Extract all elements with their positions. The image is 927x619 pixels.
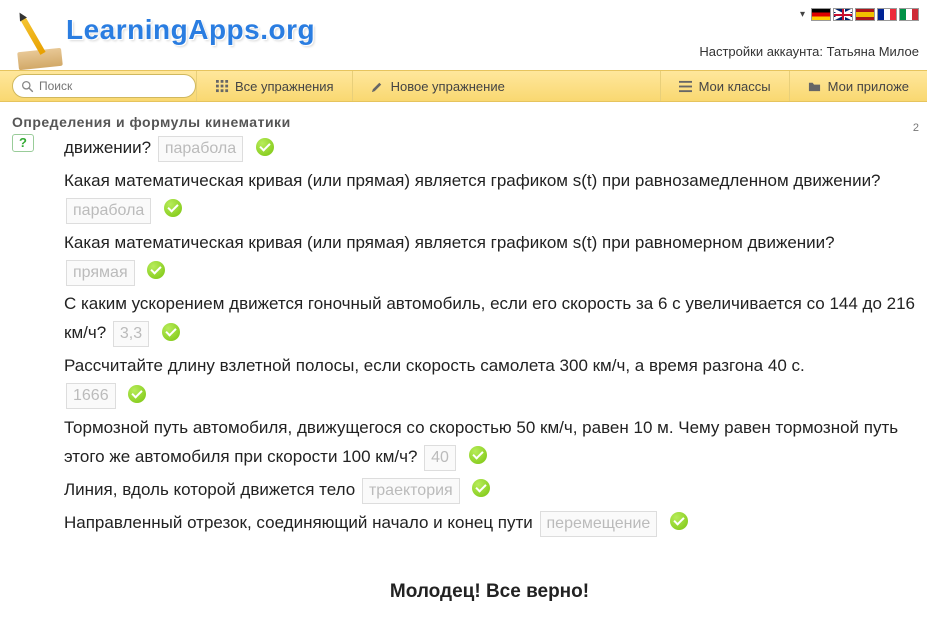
answer-input[interactable]: перемещение	[540, 511, 658, 537]
question-text: Направленный отрезок, соединяющий начало…	[64, 513, 533, 532]
question-row: Рассчитайте длину взлетной полосы, если …	[64, 352, 915, 410]
answer-input[interactable]: прямая	[66, 260, 135, 286]
question-text: Линия, вдоль которой движется тело	[64, 480, 355, 499]
pencil-icon	[371, 79, 385, 93]
answer-input[interactable]: 1666	[66, 383, 116, 409]
question-text: Рассчитайте длину взлетной полосы, если …	[64, 356, 805, 375]
flag-it-icon[interactable]	[899, 8, 919, 21]
flag-en-icon[interactable]	[833, 8, 853, 21]
checkmark-icon	[469, 446, 487, 464]
language-switcher: ▾	[800, 8, 919, 21]
checkmark-icon	[128, 385, 146, 403]
search-icon	[21, 80, 34, 93]
question-icon: ?	[19, 132, 27, 154]
hint-button[interactable]: ?	[12, 134, 34, 152]
question-row: Линия, вдоль которой движется тело траек…	[64, 476, 915, 505]
list-icon	[679, 79, 693, 93]
answer-input[interactable]: 40	[424, 445, 456, 471]
logo-text: LearningApps.org	[66, 14, 315, 46]
question-row: Какая математическая кривая (или прямая)…	[64, 229, 915, 287]
answer-input[interactable]: траектория	[362, 478, 460, 504]
language-dropdown-icon[interactable]: ▾	[800, 9, 805, 20]
header: LearningApps.org ▾ Настройки аккаунта: Т…	[0, 0, 927, 70]
folder-icon	[808, 79, 822, 93]
nav-all-exercises[interactable]: Все упражнения	[196, 71, 352, 101]
nav-label: Мои классы	[699, 79, 771, 94]
checkmark-icon	[164, 199, 182, 217]
page-title: Определения и формулы кинематики	[12, 114, 915, 130]
search-wrap	[12, 71, 196, 101]
logo[interactable]: LearningApps.org	[12, 8, 915, 70]
answer-input[interactable]: 3,3	[113, 321, 149, 347]
checkmark-icon	[670, 512, 688, 530]
nav-label: Все упражнения	[235, 79, 334, 94]
flag-de-icon[interactable]	[811, 8, 831, 21]
nav-label: Мои приложе	[828, 79, 909, 94]
nav-my-classes[interactable]: Мои классы	[660, 71, 789, 101]
question-text: движении?	[64, 138, 151, 157]
flag-fr-icon[interactable]	[877, 8, 897, 21]
answer-input[interactable]: парабола	[66, 198, 151, 224]
exercise-body: ? движении? парабола Какая математическа…	[12, 134, 915, 608]
search-box[interactable]	[12, 74, 196, 98]
content: Определения и формулы кинематики 2 ? дви…	[0, 102, 927, 608]
grid-icon	[215, 79, 229, 93]
checkmark-icon	[256, 138, 274, 156]
question-row: Тормозной путь автомобиля, движущегося с…	[64, 414, 915, 472]
navbar: Все упражнения Новое упражнение Мои клас…	[0, 70, 927, 102]
answer-input[interactable]: парабола	[158, 136, 243, 162]
nav-new-exercise[interactable]: Новое упражнение	[352, 71, 523, 101]
nav-label: Новое упражнение	[391, 79, 505, 94]
logo-icon	[12, 8, 62, 70]
search-input[interactable]	[39, 79, 179, 93]
nav-my-apps[interactable]: Мои приложе	[789, 71, 927, 101]
question-text: Какая математическая кривая (или прямая)…	[64, 233, 835, 252]
checkmark-icon	[147, 261, 165, 279]
congrats-message: Молодец! Все верно!	[64, 576, 915, 608]
question-row: Какая математическая кривая (или прямая)…	[64, 167, 915, 225]
question-row: С каким ускорением движется гоночный авт…	[64, 290, 915, 348]
question-text: Какая математическая кривая (или прямая)…	[64, 171, 881, 190]
account-settings-link[interactable]: Настройки аккаунта: Татьяна Милое	[699, 44, 919, 59]
question-row: Направленный отрезок, соединяющий начало…	[64, 509, 915, 538]
checkmark-icon	[162, 323, 180, 341]
flag-es-icon[interactable]	[855, 8, 875, 21]
checkmark-icon	[472, 479, 490, 497]
question-row: движении? парабола	[64, 134, 915, 163]
page-counter: 2	[913, 122, 919, 134]
question-text: С каким ускорением движется гоночный авт…	[64, 294, 915, 342]
